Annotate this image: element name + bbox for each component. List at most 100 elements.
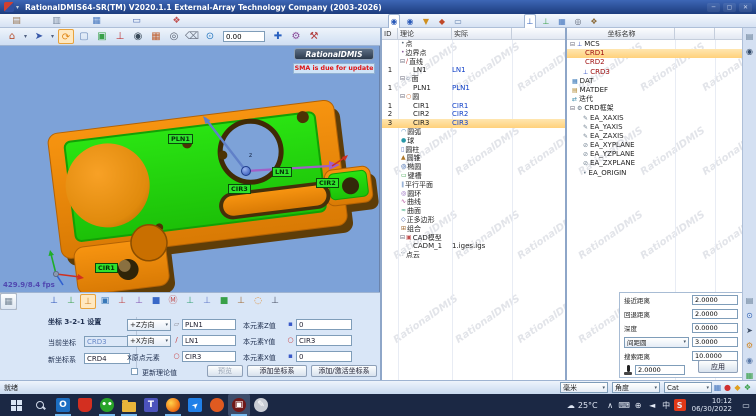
ln1-label[interactable]: LN1 — [272, 167, 292, 177]
csys-iterate[interactable]: ⇄迭代 — [567, 95, 742, 104]
probe2-icon[interactable]: ◉ — [744, 355, 756, 367]
probe-status-icon[interactable]: ❖ — [743, 383, 752, 392]
taskbar-outlook[interactable]: O — [52, 394, 74, 416]
probe-setting-input[interactable] — [692, 323, 738, 333]
origin-element-field[interactable] — [182, 351, 236, 362]
feature-ln1[interactable]: 1 LN1 LN1 — [382, 66, 565, 75]
maximize-button[interactable]: ▢ — [723, 3, 736, 12]
x-direction-select[interactable]: +X方向▾ — [127, 335, 171, 347]
cube-green-icon[interactable]: ■ — [216, 294, 232, 309]
csys-align-icon[interactable]: ⊥ — [131, 294, 147, 309]
csys-mcs[interactable]: ⊟⊥MCS — [567, 40, 742, 49]
feature-pln1[interactable]: 1 PLN1 PLN1 — [382, 84, 565, 93]
close-button[interactable]: ✕ — [739, 3, 752, 12]
feature-cone[interactable]: ▲圆锥 — [382, 154, 565, 163]
csys-fit-icon[interactable]: ▣ — [97, 294, 113, 309]
probe-setting-input[interactable] — [692, 337, 738, 347]
tray-network-icon[interactable]: ⊕ — [632, 398, 645, 412]
col-id[interactable]: ID — [382, 28, 398, 40]
tab-output[interactable]: ▤ — [10, 15, 23, 28]
update-theoretical-checkbox[interactable] — [131, 368, 138, 375]
cir2-label[interactable]: CIR2 — [316, 178, 339, 188]
taskbar-rationaldmis[interactable]: ▣ — [228, 394, 250, 416]
taskbar-firefox[interactable] — [162, 394, 184, 416]
feature-parallel-planes[interactable]: ∥平行平面 — [382, 181, 565, 190]
preview-button[interactable]: 预览 — [207, 365, 243, 377]
col-csys-name[interactable]: 坐标名称 — [567, 28, 675, 40]
table-icon[interactable]: ▦ — [556, 15, 568, 28]
feature-slot[interactable]: ▭键槽 — [382, 172, 565, 181]
csys-321-icon[interactable]: ⊥ — [80, 294, 96, 309]
feature-surface[interactable]: ≈曲面 — [382, 207, 565, 216]
elements-icon[interactable]: ◉ — [404, 15, 416, 28]
csys-clean-icon[interactable]: ⊥ — [233, 294, 249, 309]
feature-line-group[interactable]: ⊟/直线 — [382, 58, 565, 67]
z-direction-select[interactable]: +Z方向▾ — [127, 319, 171, 331]
z-value-field[interactable] — [296, 319, 352, 330]
pln1-label[interactable]: PLN1 — [168, 134, 193, 144]
titlebar-caret-icon[interactable]: ▾ — [16, 4, 19, 11]
3d-viewport[interactable]: RationalDMIS SMA is due for update z PLN… — [0, 46, 380, 292]
feature-cadm1[interactable]: CADM_1 1.iges.igs — [382, 242, 565, 251]
cat-select[interactable]: Cat▾ — [664, 382, 712, 393]
feature-circle-group[interactable]: ⊟○圆 — [382, 93, 565, 102]
probe-setting-input[interactable] — [692, 295, 738, 305]
csys-ea-zxplane[interactable]: ⊘EA_ZXPLANE — [567, 159, 742, 168]
machine-button[interactable]: ▦ — [0, 293, 17, 310]
feature-arc[interactable]: ◠圆弧 — [382, 128, 565, 137]
tolerance-icon[interactable]: ◆ — [436, 15, 448, 28]
cursor-caret[interactable]: ▾ — [49, 29, 56, 44]
feature-cir1[interactable]: 1 CIR1 CIR1 — [382, 102, 565, 111]
layers-icon[interactable]: ▣ — [94, 29, 110, 44]
feature-polygon[interactable]: ◇正多边形 — [382, 216, 565, 225]
tab-report[interactable]: ▥ — [50, 15, 63, 28]
csys-ea-xaxis[interactable]: ✎EA_XAXIS — [567, 114, 742, 123]
csys-display-icon[interactable]: ⊥ — [112, 29, 128, 44]
cir3-label[interactable]: CIR3 — [228, 184, 251, 194]
rotate-icon[interactable]: ⟳ — [58, 29, 74, 44]
taskbar-wechat[interactable]: •• — [96, 394, 118, 416]
taskbar-design-app[interactable]: ✎ — [250, 394, 272, 416]
select-region-icon[interactable]: ▢ — [76, 29, 92, 44]
probe-setting-input[interactable] — [692, 309, 738, 319]
csys-ea-origin[interactable]: •EA_ORIGIN — [567, 169, 742, 178]
feature-ellipse[interactable]: ◎椭圆 — [382, 163, 565, 172]
circle-dash-icon[interactable]: ◌ — [250, 294, 266, 309]
csys-offset-icon[interactable]: ⊥ — [114, 294, 130, 309]
sogou-badge[interactable]: S — [674, 399, 686, 411]
workspace-icon[interactable]: ▤ — [744, 31, 756, 43]
probe-small-icon[interactable]: ◉ — [744, 46, 756, 58]
csys-ea-xyplane[interactable]: ⊘EA_XYPLANE — [567, 141, 742, 150]
feature-curve[interactable]: ∿曲线 — [382, 198, 565, 207]
feature-combine[interactable]: ⊞组合 — [382, 225, 565, 234]
feature-sphere[interactable]: ●球 — [382, 137, 565, 146]
camera-icon[interactable]: ◎ — [572, 15, 584, 28]
csys-matdef[interactable]: ▤MATDEF — [567, 86, 742, 95]
apply-button[interactable]: 应用 — [698, 360, 738, 373]
y-value-field[interactable] — [296, 335, 352, 346]
csys-label-icon[interactable]: ⊥ — [199, 294, 215, 309]
warn-status-icon[interactable]: ◆ — [733, 383, 742, 392]
magnify-icon[interactable]: ⊙ — [744, 310, 756, 322]
probe-view-icon[interactable]: ⚙ — [288, 29, 304, 44]
tray-keyboard-icon[interactable]: ⌨ — [618, 398, 631, 412]
probe-search-icon[interactable]: ⊙ — [202, 29, 218, 44]
taskbar-defender[interactable] — [74, 394, 96, 416]
csys-crd3[interactable]: ⊥CRD3 — [567, 68, 742, 77]
elements-tab[interactable]: ◉ — [388, 14, 400, 28]
ime-badge[interactable]: 中 — [660, 398, 673, 412]
feature-point[interactable]: •点 — [382, 40, 565, 49]
cube-blue-icon[interactable]: ■ — [148, 294, 164, 309]
view-icon[interactable]: ◉ — [130, 29, 146, 44]
tab-colors[interactable]: ❖ — [170, 15, 183, 28]
weather-widget[interactable]: ☁ 25°C — [567, 401, 598, 410]
joystick-speed-input[interactable] — [635, 365, 685, 375]
start-button[interactable] — [4, 394, 28, 416]
x-element-field[interactable] — [182, 335, 236, 346]
csys-ea-zaxis[interactable]: ✎EA_ZAXIS — [567, 132, 742, 141]
cir1-label[interactable]: CIR1 — [95, 263, 118, 273]
csys-tab[interactable]: ⊥ — [524, 14, 536, 28]
cursor-icon[interactable]: ➤ — [31, 29, 47, 44]
feature-cir3[interactable]: 3 CIR3 CIR3 — [382, 119, 565, 128]
add-csys-button[interactable]: 添加坐标系 — [247, 365, 307, 377]
